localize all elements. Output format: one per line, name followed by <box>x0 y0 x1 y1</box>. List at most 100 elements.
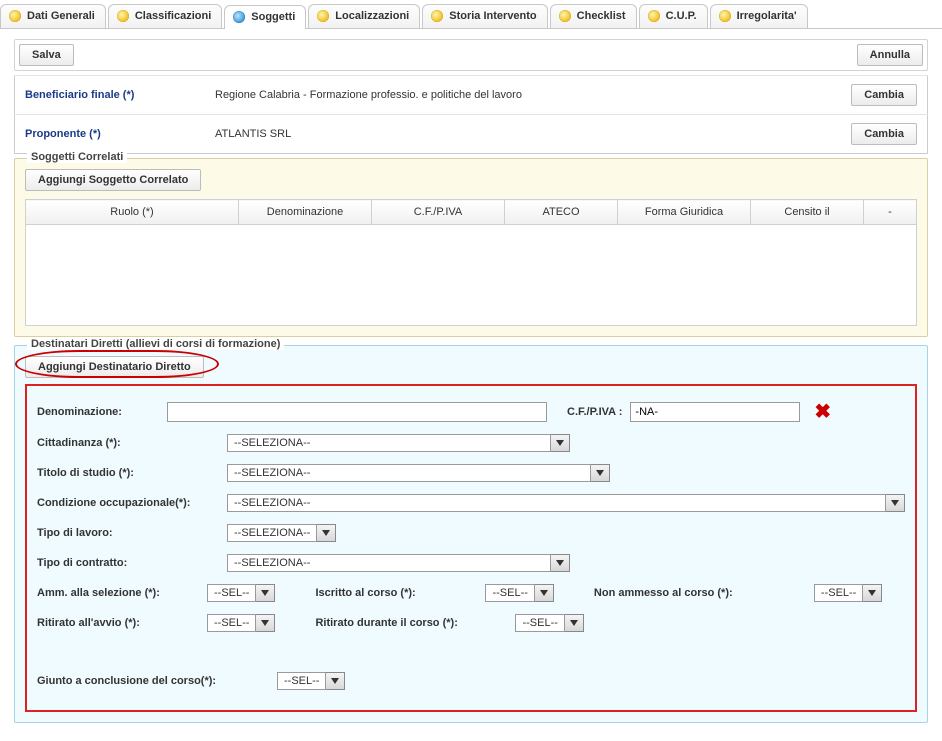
select-value: --SEL-- <box>515 614 564 632</box>
save-button[interactable]: Salva <box>19 44 74 66</box>
tab-label: Checklist <box>577 10 626 22</box>
cfpiva-input[interactable] <box>630 402 800 422</box>
change-beneficiario-button[interactable]: Cambia <box>851 84 917 106</box>
non-ammesso-label: Non ammesso al corso (*): <box>594 587 804 599</box>
chevron-down-icon[interactable] <box>551 554 570 572</box>
chevron-down-icon[interactable] <box>256 614 275 632</box>
select-value: --SELEZIONA-- <box>227 494 886 512</box>
bullet-icon <box>431 10 443 22</box>
chevron-down-icon[interactable] <box>535 584 554 602</box>
bullet-icon <box>117 10 129 22</box>
col-denominazione: Denominazione <box>239 200 372 225</box>
giunto-select[interactable]: --SEL-- <box>277 672 345 690</box>
denominazione-input[interactable] <box>167 402 547 422</box>
ritirato-durante-label: Ritirato durante il corso (*): <box>315 617 505 629</box>
select-value: --SEL-- <box>207 614 256 632</box>
col-actions: - <box>864 200 917 225</box>
action-bar: Salva Annulla <box>14 39 928 71</box>
amm-selezione-label: Amm. alla selezione (*): <box>37 587 197 599</box>
bullet-icon <box>719 10 731 22</box>
bullet-icon <box>233 11 245 23</box>
tab-soggetti[interactable]: Soggetti <box>224 5 306 29</box>
tab-label: Classificazioni <box>135 10 211 22</box>
tab-dati-generali[interactable]: Dati Generali <box>0 4 106 28</box>
chevron-down-icon[interactable] <box>565 614 584 632</box>
chevron-down-icon[interactable] <box>591 464 610 482</box>
destinatario-form-highlight: Denominazione: C.F./P.IVA : ✖ Cittadinan… <box>25 384 917 712</box>
soggetti-correlati-empty-body <box>25 225 917 326</box>
chevron-down-icon[interactable] <box>256 584 275 602</box>
tab-label: Localizzazioni <box>335 10 409 22</box>
chevron-down-icon[interactable] <box>863 584 882 602</box>
titolo-label: Titolo di studio (*): <box>37 467 227 479</box>
col-cfpiva: C.F./P.IVA <box>372 200 505 225</box>
bullet-icon <box>559 10 571 22</box>
ritirato-avvio-select[interactable]: --SEL-- <box>207 614 275 632</box>
beneficiario-value: Regione Calabria - Formazione professio.… <box>215 89 522 101</box>
cfpiva-label: C.F./P.IVA : <box>567 406 630 418</box>
tipo-contratto-label: Tipo di contratto: <box>37 557 227 569</box>
add-soggetto-correlato-button[interactable]: Aggiungi Soggetto Correlato <box>25 169 201 191</box>
non-ammesso-select[interactable]: --SEL-- <box>814 584 882 602</box>
tab-storia-intervento[interactable]: Storia Intervento <box>422 4 547 28</box>
chevron-down-icon[interactable] <box>326 672 345 690</box>
col-ruolo: Ruolo (*) <box>26 200 239 225</box>
amm-selezione-select[interactable]: --SEL-- <box>207 584 275 602</box>
select-value: --SELEZIONA-- <box>227 464 591 482</box>
cancel-button[interactable]: Annulla <box>857 44 923 66</box>
beneficiario-label: Beneficiario finale (*) <box>25 89 134 101</box>
chevron-down-icon[interactable] <box>886 494 905 512</box>
change-proponente-button[interactable]: Cambia <box>851 123 917 145</box>
condizione-label: Condizione occupazionale(*): <box>37 497 227 509</box>
tipo-contratto-select[interactable]: --SELEZIONA-- <box>227 554 570 572</box>
tab-label: Dati Generali <box>27 10 95 22</box>
tab-bar: Dati Generali Classificazioni Soggetti L… <box>0 0 942 29</box>
ritirato-durante-select[interactable]: --SEL-- <box>515 614 583 632</box>
remove-row-icon[interactable]: ✖ <box>814 402 831 422</box>
add-destinatario-button[interactable]: Aggiungi Destinatario Diretto <box>25 356 204 378</box>
iscritto-label: Iscritto al corso (*): <box>315 587 475 599</box>
giunto-label: Giunto a conclusione del corso(*): <box>37 675 267 687</box>
destinatari-legend: Destinatari Diretti (allievi di corsi di… <box>27 338 284 350</box>
bullet-icon <box>9 10 21 22</box>
summary-table: Beneficiario finale (*) Regione Calabria… <box>14 75 928 154</box>
bullet-icon <box>317 10 329 22</box>
cittadinanza-label: Cittadinanza (*): <box>37 437 227 449</box>
soggetti-correlati-legend: Soggetti Correlati <box>27 151 127 163</box>
select-value: --SEL-- <box>485 584 534 602</box>
iscritto-select[interactable]: --SEL-- <box>485 584 553 602</box>
select-value: --SELEZIONA-- <box>227 554 551 572</box>
select-value: --SEL-- <box>207 584 256 602</box>
tipo-lavoro-select[interactable]: --SELEZIONA-- <box>227 524 336 542</box>
soggetti-correlati-table: Ruolo (*) Denominazione C.F./P.IVA ATECO… <box>25 199 917 225</box>
proponente-label: Proponente (*) <box>25 128 101 140</box>
col-forma-giuridica: Forma Giuridica <box>618 200 751 225</box>
tipo-lavoro-label: Tipo di lavoro: <box>37 527 227 539</box>
tab-label: Storia Intervento <box>449 10 536 22</box>
destinatari-fieldset: Destinatari Diretti (allievi di corsi di… <box>14 345 928 723</box>
condizione-select[interactable]: --SELEZIONA-- <box>227 494 905 512</box>
tab-cup[interactable]: C.U.P. <box>639 4 708 28</box>
select-value: --SEL-- <box>814 584 863 602</box>
chevron-down-icon[interactable] <box>317 524 336 542</box>
tab-label: C.U.P. <box>666 10 697 22</box>
denominazione-label: Denominazione: <box>37 406 167 418</box>
select-value: --SELEZIONA-- <box>227 524 317 542</box>
bullet-icon <box>648 10 660 22</box>
chevron-down-icon[interactable] <box>551 434 570 452</box>
proponente-value: ATLANTIS SRL <box>215 128 291 140</box>
tab-label: Irregolarita' <box>737 10 797 22</box>
tab-irregolarita[interactable]: Irregolarita' <box>710 4 808 28</box>
select-value: --SEL-- <box>277 672 326 690</box>
soggetti-correlati-fieldset: Soggetti Correlati Aggiungi Soggetto Cor… <box>14 158 928 337</box>
select-value: --SELEZIONA-- <box>227 434 551 452</box>
tab-classificazioni[interactable]: Classificazioni <box>108 4 222 28</box>
ritirato-avvio-label: Ritirato all'avvio (*): <box>37 617 197 629</box>
col-ateco: ATECO <box>505 200 618 225</box>
tab-localizzazioni[interactable]: Localizzazioni <box>308 4 420 28</box>
titolo-select[interactable]: --SELEZIONA-- <box>227 464 610 482</box>
cittadinanza-select[interactable]: --SELEZIONA-- <box>227 434 570 452</box>
col-censito: Censito il <box>751 200 864 225</box>
tab-label: Soggetti <box>251 11 295 23</box>
tab-checklist[interactable]: Checklist <box>550 4 637 28</box>
